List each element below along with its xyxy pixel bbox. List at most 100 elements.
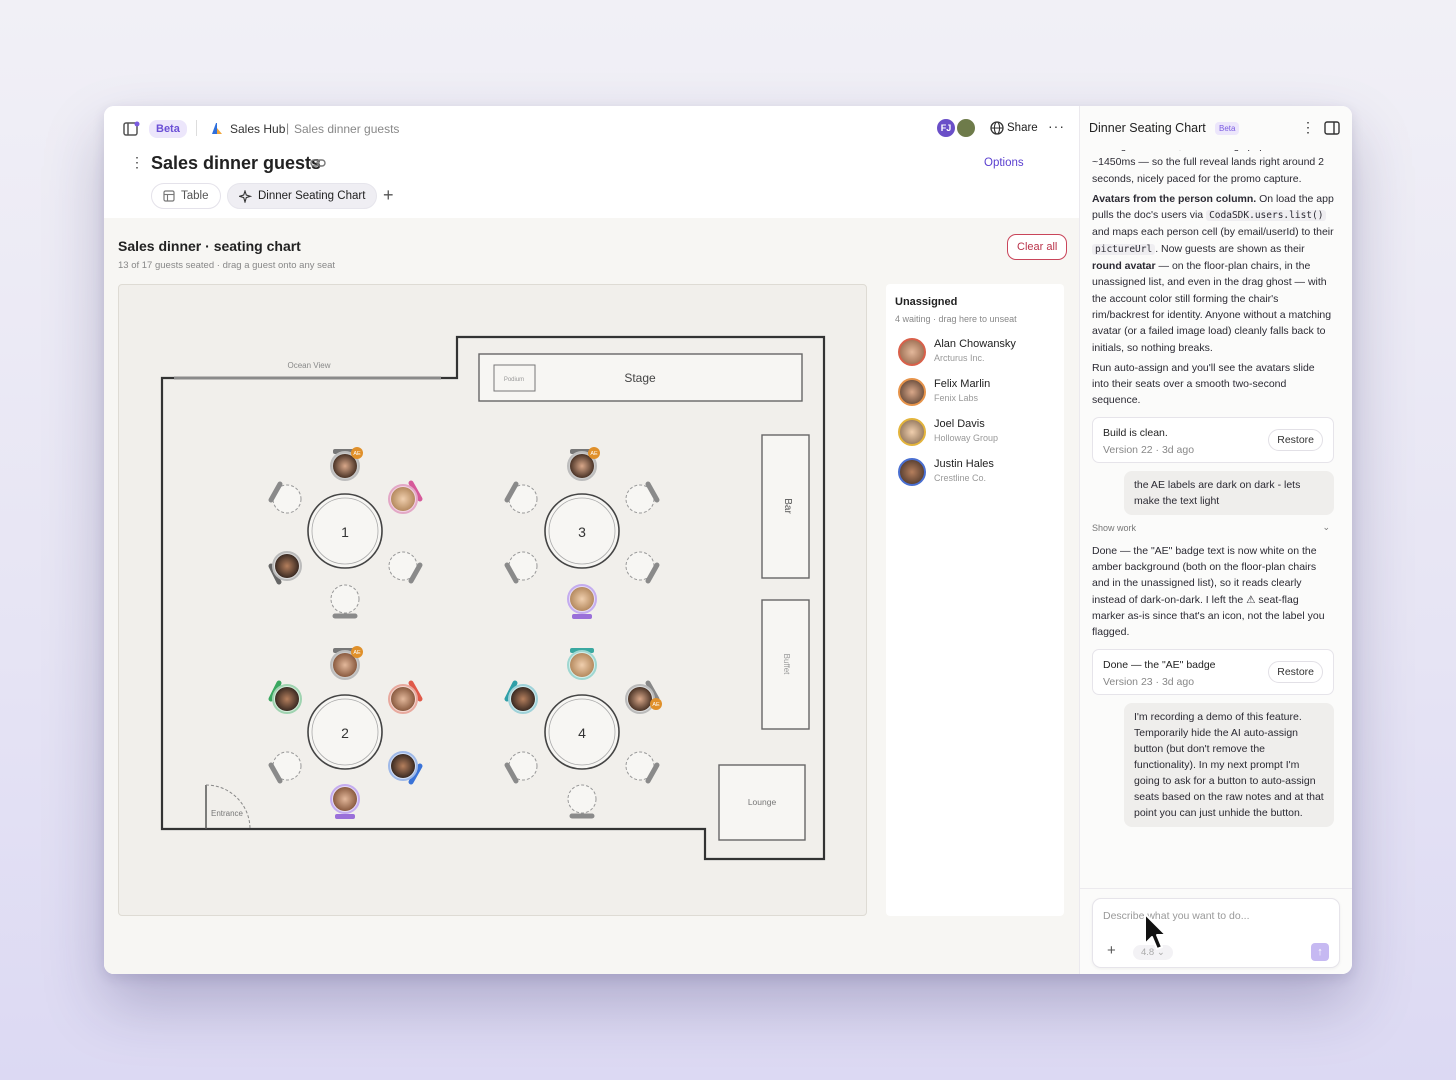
bold-text: Avatars from the person column.: [1092, 192, 1257, 205]
seated-guest: AE: [330, 447, 363, 481]
version-card: Done — the "AE" badge Version 23 · 3d ag…: [1092, 648, 1334, 695]
ocean-view-label: Ocean View: [288, 361, 331, 370]
show-work-toggle[interactable]: Show work ⌄: [1092, 521, 1334, 537]
table-2: 2: [307, 694, 383, 770]
tab-table[interactable]: Table: [151, 183, 221, 209]
sidebar-toggle-button[interactable]: [123, 121, 141, 142]
seated-guest: [268, 551, 302, 585]
guest-company: Fenix Labs: [934, 393, 979, 403]
collaborator-avatar[interactable]: FJ: [935, 117, 957, 139]
buffet-label: Buffet: [782, 654, 791, 676]
assistant-message: Run auto-assign and you'll see the avata…: [1092, 361, 1315, 407]
link-icon[interactable]: [310, 157, 326, 169]
unassigned-guest[interactable]: Felix Marlin Fenix Labs: [898, 374, 1058, 410]
assistant-message: Avatars from the person column. On load …: [1092, 191, 1334, 356]
unassigned-title: Unassigned: [895, 296, 958, 308]
options-button[interactable]: Options: [984, 157, 1024, 169]
restore-button[interactable]: Restore: [1268, 660, 1323, 683]
avatar: [898, 458, 926, 486]
svg-text:AE: AE: [652, 702, 660, 708]
bold-text: round avatar: [1092, 260, 1156, 273]
seated-guest: [268, 680, 302, 714]
divider: [1080, 888, 1352, 889]
table-number: 4: [578, 725, 586, 741]
unassigned-panel[interactable]: Unassigned 4 waiting · drag here to unse…: [886, 284, 1064, 916]
tab-dinner-seating-chart[interactable]: Dinner Seating Chart: [227, 183, 378, 209]
guest-company: Arcturus Inc.: [934, 353, 985, 363]
more-menu-icon[interactable]: ···: [1048, 118, 1065, 134]
seated-guest: [388, 680, 423, 714]
seated-guest: [388, 480, 423, 514]
doc-area: Beta Sales Hub | Sales dinner guests FJ …: [104, 106, 1079, 974]
tab-label: Dinner Seating Chart: [258, 190, 366, 202]
guest-name: Alan Chowansky: [934, 338, 1016, 350]
svg-text:AE: AE: [353, 451, 361, 457]
unassigned-guest[interactable]: Alan Chowansky Arcturus Inc.: [898, 334, 1058, 370]
top-bar: Beta Sales Hub | Sales dinner guests FJ …: [104, 106, 1079, 150]
avatar: [898, 378, 926, 406]
collaborator-avatar-photo[interactable]: [955, 117, 977, 139]
breadcrumb-doc[interactable]: Sales Hub: [230, 122, 285, 136]
unassigned-guest[interactable]: Justin Hales Crestline Co.: [898, 454, 1058, 490]
table-number: 1: [341, 524, 349, 540]
chevron-down-icon: ⌄: [1322, 521, 1330, 532]
add-tab-button[interactable]: +: [383, 185, 394, 206]
page-menu-icon[interactable]: ⋮: [130, 154, 144, 171]
seated-guest: AE: [625, 680, 662, 714]
restore-button[interactable]: Restore: [1268, 428, 1323, 451]
guest-company: Holloway Group: [934, 433, 999, 443]
beta-badge: Beta: [149, 120, 187, 138]
seated-guest: [567, 584, 597, 619]
svg-text:AE: AE: [353, 650, 361, 656]
beta-badge: Beta: [1215, 122, 1240, 135]
seating-canvas: Sales dinner · seating chart 13 of 17 gu…: [104, 218, 1079, 974]
lounge-label: Lounge: [748, 797, 777, 807]
assistant-message: starting at ~900ms, and the flags pop in…: [1092, 144, 1325, 185]
table-icon: [163, 190, 175, 202]
avatar: [898, 338, 926, 366]
entrance-door-swing: [205, 784, 251, 830]
tab-label: Table: [181, 190, 209, 202]
arrow-up-icon: ↑: [1317, 946, 1323, 958]
empty-seat: [330, 584, 360, 614]
message-text: and maps each person cell (by email/user…: [1092, 226, 1334, 239]
sidebar-icon: [123, 121, 140, 136]
panel-menu-icon[interactable]: ⋮: [1301, 119, 1315, 136]
unassigned-subtitle: 4 waiting · drag here to unseat: [895, 314, 1017, 324]
panel-header: Dinner Seating Chart Beta ⋮: [1080, 106, 1352, 150]
panel-toggle-icon[interactable]: [1324, 121, 1340, 135]
version-title: Build is clean.: [1103, 426, 1168, 439]
send-button[interactable]: ↑: [1311, 943, 1329, 961]
guest-name: Justin Hales: [934, 458, 994, 470]
table-3: 3: [544, 493, 620, 569]
avatar: [898, 418, 926, 446]
table-4: 4: [544, 694, 620, 770]
mouse-cursor-icon: [1144, 913, 1167, 950]
clear-all-button[interactable]: Clear all: [1007, 234, 1068, 260]
version-title: Done — the "AE" badge: [1103, 658, 1216, 671]
seated-guest: [330, 784, 360, 819]
guest-name: Felix Marlin: [934, 378, 991, 390]
breadcrumb-page[interactable]: Sales dinner guests: [294, 122, 399, 136]
message-text: — on the floor-plan chairs, in the unass…: [1092, 260, 1332, 354]
ai-panel: starting at ~900ms, and the flags pop in…: [1079, 106, 1352, 974]
guest-name: Joel Davis: [934, 418, 985, 430]
composer[interactable]: Describe what you want to do... + 4.8 ⌄ …: [1092, 898, 1340, 968]
podium-label: Podium: [504, 377, 524, 383]
seating-subtitle: 13 of 17 guests seated · drag a guest on…: [118, 260, 336, 271]
table-1: 1: [307, 493, 383, 569]
inline-code: pictureUrl: [1092, 243, 1156, 255]
seating-title: Sales dinner · seating chart: [118, 238, 301, 254]
composer-input[interactable]: Describe what you want to do...: [1103, 910, 1250, 922]
entrance-label: Entrance: [211, 809, 244, 818]
floor-plan: Ocean View Podium Stage Bar Buffet Loung…: [118, 284, 867, 916]
bar-label: Bar: [782, 498, 793, 514]
message-text: . Now guests are shown as their: [1155, 242, 1305, 255]
add-attachment-button[interactable]: +: [1107, 942, 1116, 959]
unassigned-guest[interactable]: Joel Davis Holloway Group: [898, 414, 1058, 450]
share-button[interactable]: Share: [1007, 122, 1038, 134]
floor-plan-svg: Ocean View Podium Stage Bar Buffet Loung…: [160, 335, 826, 861]
empty-seat: [567, 784, 597, 814]
chat-messages[interactable]: starting at ~900ms, and the flags pop in…: [1092, 144, 1334, 884]
assistant-message: Done — the "AE" badge text is now white …: [1092, 544, 1325, 639]
